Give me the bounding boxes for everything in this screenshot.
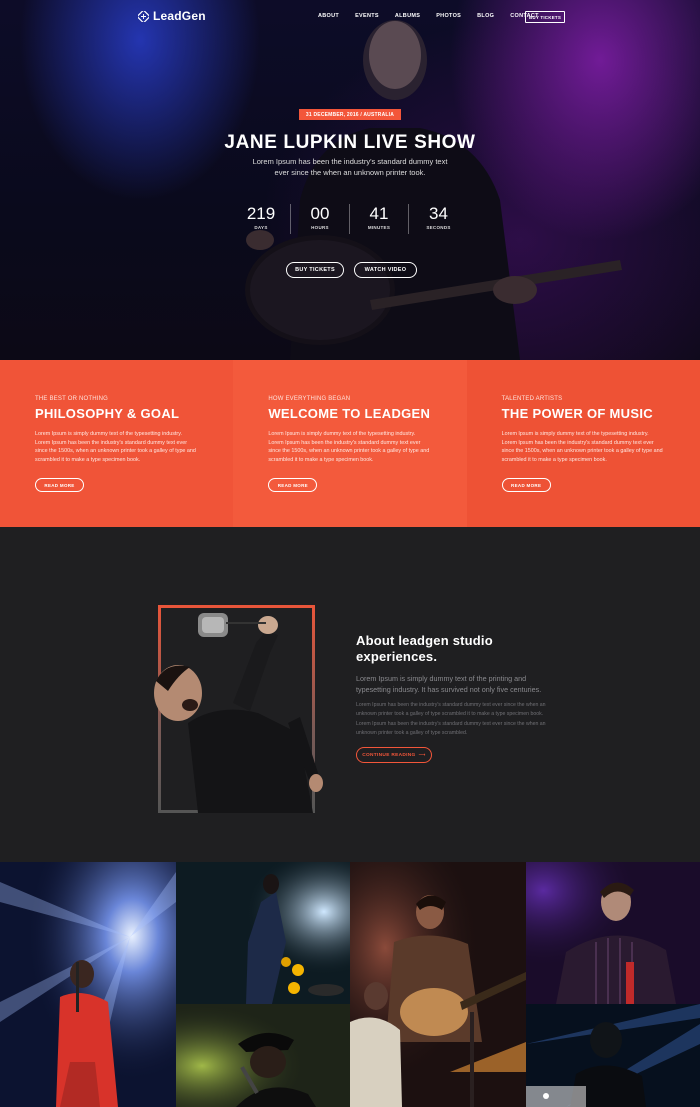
hero-buttons: BUY TICKETS WATCH VIDEO	[286, 262, 417, 278]
watch-video-button[interactable]: WATCH VIDEO	[354, 262, 417, 278]
gallery-photo-4[interactable]	[350, 862, 526, 1107]
buy-tickets-button[interactable]: BUY TICKETS	[286, 262, 344, 278]
singer-photo	[154, 613, 323, 813]
countdown-value: 219	[246, 204, 276, 223]
countdown-hours: 00 HOURS	[291, 204, 350, 234]
feature-kicker: THE BEST OR NOTHING	[35, 396, 109, 402]
countdown-label: DAYS	[254, 225, 268, 230]
about-lead: Lorem Ipsum is simply dummy text of the …	[356, 674, 542, 694]
nav-link-albums[interactable]: ALBUMS	[395, 13, 420, 19]
countdown-minutes: 41 MINUTES	[350, 204, 409, 234]
feature-text: Lorem Ipsum is simply dummy text of the …	[35, 431, 196, 463]
feature-card-music: TALENTED ARTISTS THE POWER OF MUSIC Lore…	[466, 360, 700, 527]
countdown-label: MINUTES	[367, 225, 391, 230]
gallery-photo-3[interactable]	[176, 1004, 350, 1107]
nav-links: ABOUT EVENTS ALBUMS PHOTOS BLOG CONTACT	[318, 13, 555, 19]
hero-subtitle: Lorem Ipsum has been the industry's stan…	[252, 157, 448, 177]
about-section: About leadgen studio experiences. Lorem …	[0, 527, 700, 862]
arrow-right-icon: ⟶	[418, 752, 426, 758]
feature-text: Lorem Ipsum is simply dummy text of the …	[268, 431, 430, 463]
nav-link-blog[interactable]: BLOG	[477, 13, 494, 19]
nav-buy-tickets-button[interactable]: BUY TICKETS	[525, 11, 565, 23]
nav-link-about[interactable]: ABOUT	[318, 13, 339, 19]
logo-text: LeadGen	[153, 9, 206, 23]
nav-link-photos[interactable]: PHOTOS	[436, 13, 461, 19]
read-more-button[interactable]: READ MORE	[268, 478, 318, 492]
feature-text: Lorem Ipsum is simply dummy text of the …	[501, 431, 663, 463]
continue-reading-label: CONTINUE READING	[362, 752, 416, 758]
countdown-timer: 219 DAYS 00 HOURS 41 MINUTES 34 SECONDS	[232, 204, 468, 234]
feature-card-welcome: HOW EVERYTHING BEGAN WELCOME TO LEADGEN …	[233, 360, 467, 527]
read-more-button[interactable]: READ MORE	[35, 478, 84, 492]
feature-kicker: TALENTED ARTISTS	[501, 396, 563, 402]
nav-link-events[interactable]: EVENTS	[355, 13, 379, 19]
gallery-photo-6[interactable]	[526, 1004, 700, 1107]
feature-title: WELCOME TO LEADGEN	[268, 406, 431, 421]
countdown-seconds: 34 SECONDS	[409, 204, 468, 234]
top-navigation: LeadGen ABOUT EVENTS ALBUMS PHOTOS BLOG …	[0, 0, 700, 34]
gallery-photo-5[interactable]	[526, 862, 700, 1004]
about-body: Lorem Ipsum has been the industry's stan…	[356, 702, 546, 737]
event-date-badge: 31 DECEMBER, 2016 / AUSTRALIA	[299, 109, 401, 120]
gallery-photo-1[interactable]	[0, 862, 176, 1107]
countdown-days: 219 DAYS	[232, 204, 291, 234]
countdown-value: 41	[369, 204, 389, 223]
continue-reading-button[interactable]: CONTINUE READING ⟶	[356, 747, 432, 763]
read-more-button[interactable]: READ MORE	[501, 478, 551, 492]
hero-title: JANE LUPKIN LIVE SHOW	[224, 132, 476, 153]
feature-title: THE POWER OF MUSIC	[501, 406, 653, 421]
countdown-label: HOURS	[311, 225, 329, 230]
hero-background-photo	[245, 20, 622, 360]
about-title: About leadgen studio experiences.	[356, 633, 493, 664]
feature-card-philosophy: THE BEST OR NOTHING PHILOSOPHY & GOAL Lo…	[0, 360, 234, 527]
feature-title: PHILOSOPHY & GOAL	[35, 406, 180, 421]
countdown-value: 34	[429, 204, 448, 223]
countdown-label: SECONDS	[426, 225, 451, 230]
gallery-photo-2[interactable]	[176, 862, 350, 1004]
photo-gallery	[0, 862, 700, 1107]
countdown-value: 00	[310, 204, 330, 223]
feature-kicker: HOW EVERYTHING BEGAN	[268, 396, 351, 402]
logo[interactable]: LeadGen	[138, 9, 206, 23]
features-section: THE BEST OR NOTHING PHILOSOPHY & GOAL Lo…	[0, 360, 700, 527]
logo-icon	[138, 10, 149, 22]
hero-section: LeadGen ABOUT EVENTS ALBUMS PHOTOS BLOG …	[0, 0, 700, 360]
